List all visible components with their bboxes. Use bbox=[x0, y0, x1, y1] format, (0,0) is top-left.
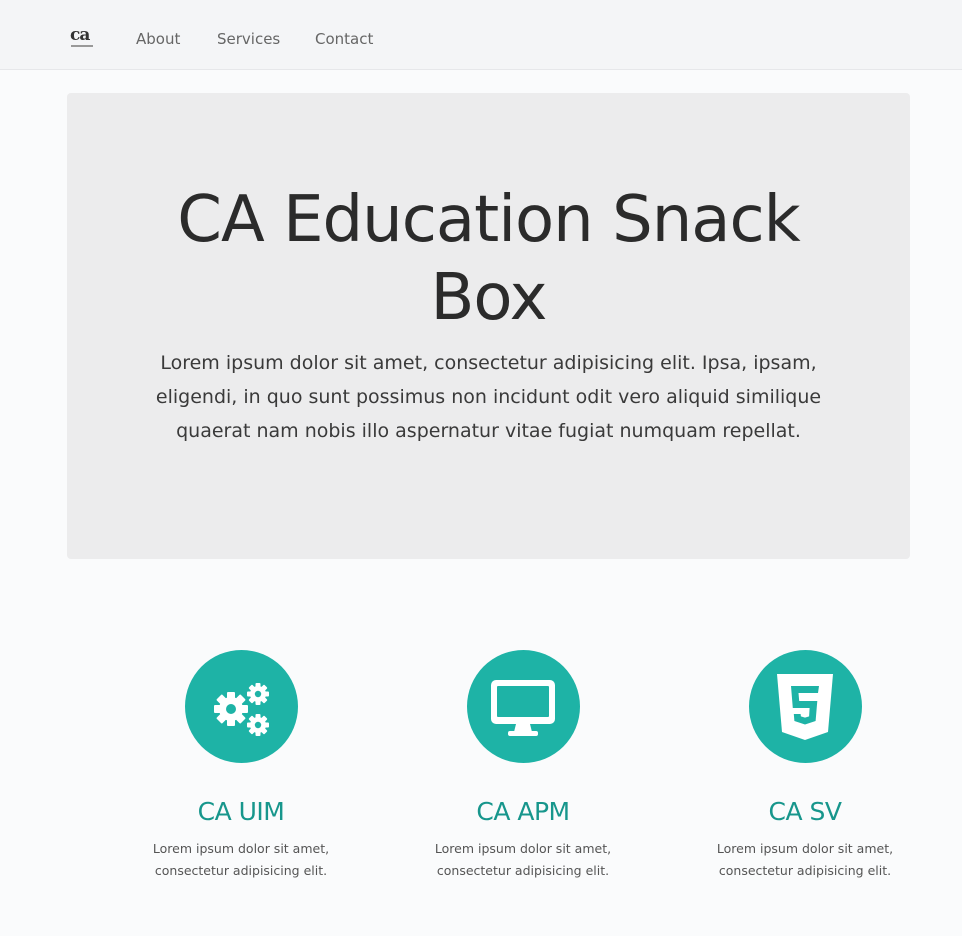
hero-title: CA Education Snack Box bbox=[67, 181, 910, 337]
feature-description-line-1: Lorem ipsum dolor sit amet, bbox=[716, 841, 894, 856]
html5-icon bbox=[748, 650, 862, 763]
feature-apm: CA APM Lorem ipsum dolor sit amet, conse… bbox=[403, 650, 643, 882]
desktop-icon bbox=[466, 650, 580, 763]
gears-icon bbox=[184, 650, 298, 763]
top-navbar: ca About Services Contact bbox=[0, 0, 962, 70]
feature-title: CA SV bbox=[768, 797, 842, 826]
feature-description-line-2: consectetur adipisicing elit. bbox=[718, 863, 892, 878]
hero-title-line-1: CA Education Snack bbox=[177, 183, 800, 257]
nav-link-contact[interactable]: Contact bbox=[315, 30, 373, 48]
feature-description-line-1: Lorem ipsum dolor sit amet, bbox=[152, 841, 330, 856]
feature-sv: CA SV Lorem ipsum dolor sit amet, consec… bbox=[685, 650, 925, 882]
hero-jumbotron: CA Education Snack Box Lorem ipsum dolor… bbox=[67, 93, 910, 559]
feature-description: Lorem ipsum dolor sit amet, consectetur … bbox=[685, 838, 925, 882]
brand-text: ca bbox=[70, 25, 90, 45]
feature-description-line-2: consectetur adipisicing elit. bbox=[436, 863, 610, 878]
hero-title-line-2: Box bbox=[430, 261, 548, 335]
feature-uim: CA UIM Lorem ipsum dolor sit amet, conse… bbox=[121, 650, 361, 882]
nav-link-services[interactable]: Services bbox=[217, 30, 280, 48]
feature-description: Lorem ipsum dolor sit amet, consectetur … bbox=[403, 838, 643, 882]
hero-description: Lorem ipsum dolor sit amet, consectetur … bbox=[155, 352, 822, 442]
feature-title: CA UIM bbox=[197, 797, 285, 826]
brand-underline bbox=[71, 45, 93, 47]
feature-description-line-2: consectetur adipisicing elit. bbox=[154, 863, 328, 878]
feature-description: Lorem ipsum dolor sit amet, consectetur … bbox=[121, 838, 361, 882]
nav-link-about[interactable]: About bbox=[136, 30, 180, 48]
brand-logo[interactable]: ca bbox=[70, 25, 100, 52]
feature-title: CA APM bbox=[476, 797, 570, 826]
feature-description-line-1: Lorem ipsum dolor sit amet, bbox=[434, 841, 612, 856]
